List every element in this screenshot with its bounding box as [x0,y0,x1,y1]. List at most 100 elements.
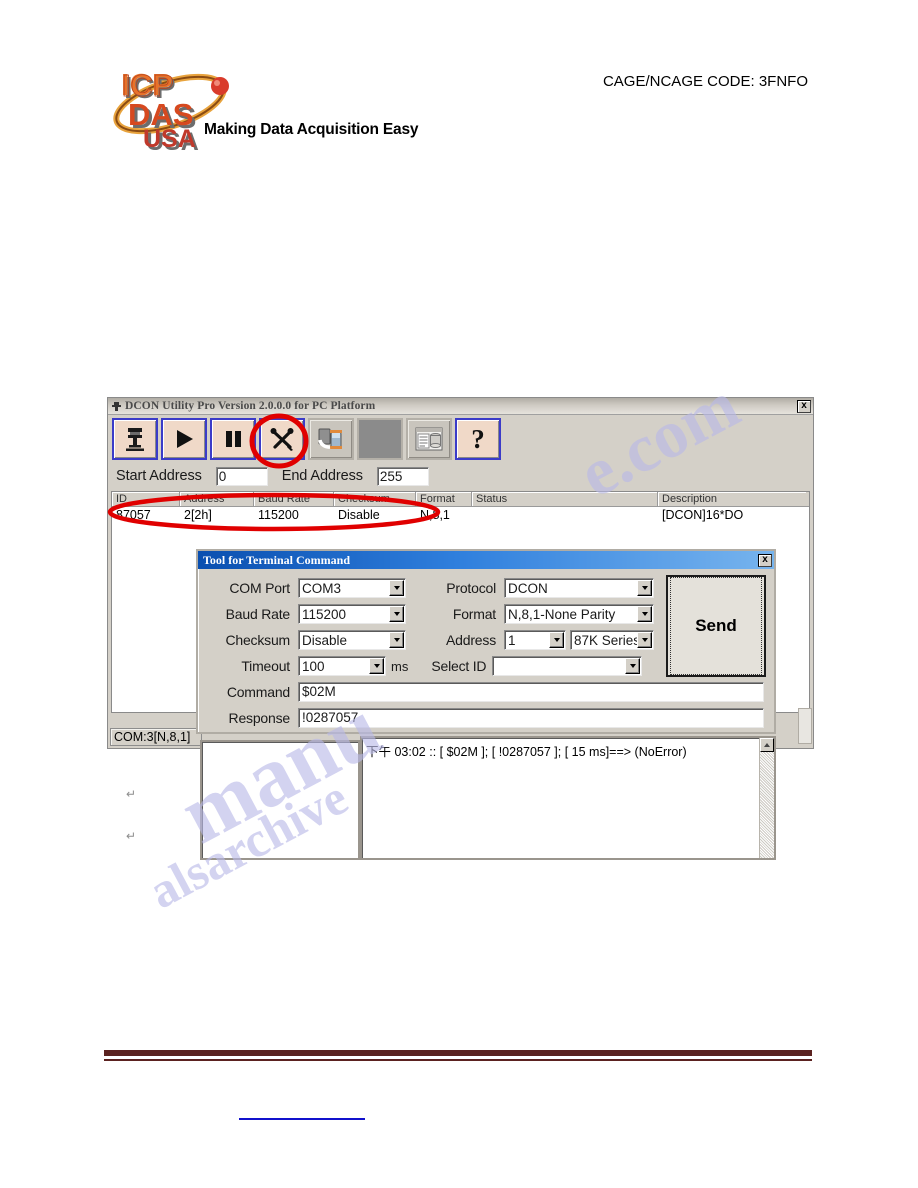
device-grid-header: ID Address Baud Rate Checksum Format Sta… [112,492,809,507]
report-icon [415,427,443,451]
timeout-value: 100 [302,658,325,674]
terminal-command-dialog: Tool for Terminal Command x COM Port COM… [196,549,776,734]
app-titlebar: DCON Utility Pro Version 2.0.0.0 for PC … [108,398,813,415]
log-line: 下午 03:02 :: [ $02M ]; [ !0287057 ]; [ 15… [366,745,687,759]
footer-rule-thick [104,1050,812,1056]
baud-rate-value: 115200 [302,606,347,622]
help-button[interactable]: ? [455,418,501,460]
start-address-input[interactable]: 0 [215,466,268,486]
scroll-track[interactable] [760,752,774,858]
cell-status [472,507,658,524]
table-row[interactable]: 87057 2[2h] 115200 Disable N,8,1 [DCON]1… [112,507,809,524]
play-icon [177,430,193,448]
checksum-label: Checksum [225,632,290,648]
response-label: Response [228,710,291,726]
dialog-title: Tool for Terminal Command [203,552,351,567]
protocol-select[interactable]: DCON [504,578,654,598]
format-value: N,8,1-None Parity [508,606,616,622]
chevron-down-icon[interactable] [389,580,404,596]
cell-address: 2[2h] [184,508,212,522]
app-close-button[interactable]: x [797,399,811,413]
pause-scan-button[interactable] [210,418,256,460]
paragraph-mark-2: ↵ [126,829,137,843]
dialog-body: COM Port COM3 Protocol DCON Baud Rate 11… [198,569,774,740]
com-port-value: COM3 [302,580,342,596]
svg-text:USA: USA [143,125,196,153]
com-port-label: COM Port [229,580,290,596]
chevron-down-icon[interactable] [389,632,404,648]
footer-link-underline [239,1118,365,1120]
spare-button[interactable] [357,418,403,460]
scroll-up-icon[interactable] [760,738,774,752]
response-output: !0287057 [298,708,764,728]
dialog-titlebar: Tool for Terminal Command x [198,551,774,569]
timeout-unit-label: ms [391,658,409,674]
module-transfer-button[interactable] [308,418,354,460]
chevron-down-icon[interactable] [389,606,404,622]
format-label: Format [452,606,496,622]
cell-format: N,8,1 [420,508,450,522]
status-com-port: COM:3[N,8,1] [110,728,202,746]
cage-code-text: CAGE/NCAGE CODE: 3FNFO [602,73,808,90]
start-scan-button[interactable] [161,418,207,460]
chevron-down-icon[interactable] [637,632,652,648]
terminal-tool-button[interactable] [259,418,305,460]
column-header-checksum[interactable]: Checksum [334,492,416,506]
column-header-format[interactable]: Format [416,492,472,506]
com-port-select[interactable]: COM3 [298,578,406,598]
chevron-down-icon[interactable] [625,658,641,674]
protocol-value: DCON [508,580,548,596]
question-mark-icon: ? [471,423,485,454]
send-button[interactable]: Send [666,575,766,677]
format-select[interactable]: N,8,1-None Parity [504,604,654,624]
logo-graphic: ICP ICP ICP DAS DAS USA USA [113,67,229,154]
column-header-description[interactable]: Description [658,492,806,506]
checksum-value: Disable [302,632,348,648]
app-title: DCON Utility Pro Version 2.0.0.0 for PC … [125,400,376,412]
row-command: Command $02M [198,679,774,705]
chevron-down-icon[interactable] [637,580,652,596]
dialog-close-button[interactable]: x [758,553,772,567]
timeout-select[interactable]: 100 [298,656,386,676]
com-port-button[interactable] [112,418,158,460]
com-port-icon [126,428,144,451]
app-icon [112,401,121,411]
cell-id: 87057 [116,508,151,522]
column-header-address[interactable]: Address [180,492,254,506]
tagline: Making Data Acquisition Easy [204,121,419,138]
select-id-label: Select ID [431,658,487,674]
terminal-log-panel[interactable]: 下午 03:02 :: [ $02M ]; [ !0287057 ]; [ 15… [360,736,776,860]
cell-description: [DCON]16*DO [662,508,744,522]
series-value: 87K Series [574,632,637,648]
address-value: 1 [508,632,516,648]
address-select[interactable]: 1 [504,630,566,650]
end-address-label: End Address [281,468,363,484]
end-address-input[interactable]: 255 [376,466,429,486]
module-icon [318,428,342,449]
chevron-down-icon[interactable] [637,606,652,622]
document-page: e.com manu ICP ICP ICP DAS DAS USA USA M… [0,0,918,1188]
icpdas-logo: ICP ICP ICP DAS DAS USA USA [108,62,338,154]
select-id-select[interactable] [492,656,643,676]
chevron-down-icon[interactable] [549,632,564,648]
column-header-baud-rate[interactable]: Baud Rate [254,492,334,506]
start-address-label: Start Address [116,468,202,484]
cell-baud-rate: 115200 [258,508,299,522]
column-header-id[interactable]: ID [112,492,180,506]
column-header-status[interactable]: Status [472,492,658,506]
protocol-label: Protocol [446,580,496,596]
report-button[interactable] [406,418,452,460]
series-select[interactable]: 87K Series [570,630,654,650]
log-scrollbar[interactable] [759,738,774,858]
address-label: Address [446,632,496,648]
checksum-select[interactable]: Disable [298,630,406,650]
row-response: Response !0287057 [198,705,774,731]
cell-checksum: Disable [338,508,380,522]
baud-rate-select[interactable]: 115200 [298,604,406,624]
timeout-label: Timeout [241,658,290,674]
command-input[interactable]: $02M [298,682,764,702]
baud-rate-label: Baud Rate [225,606,291,622]
tools-icon [270,428,294,451]
chevron-down-icon[interactable] [369,658,384,674]
command-history-panel[interactable] [200,740,360,860]
